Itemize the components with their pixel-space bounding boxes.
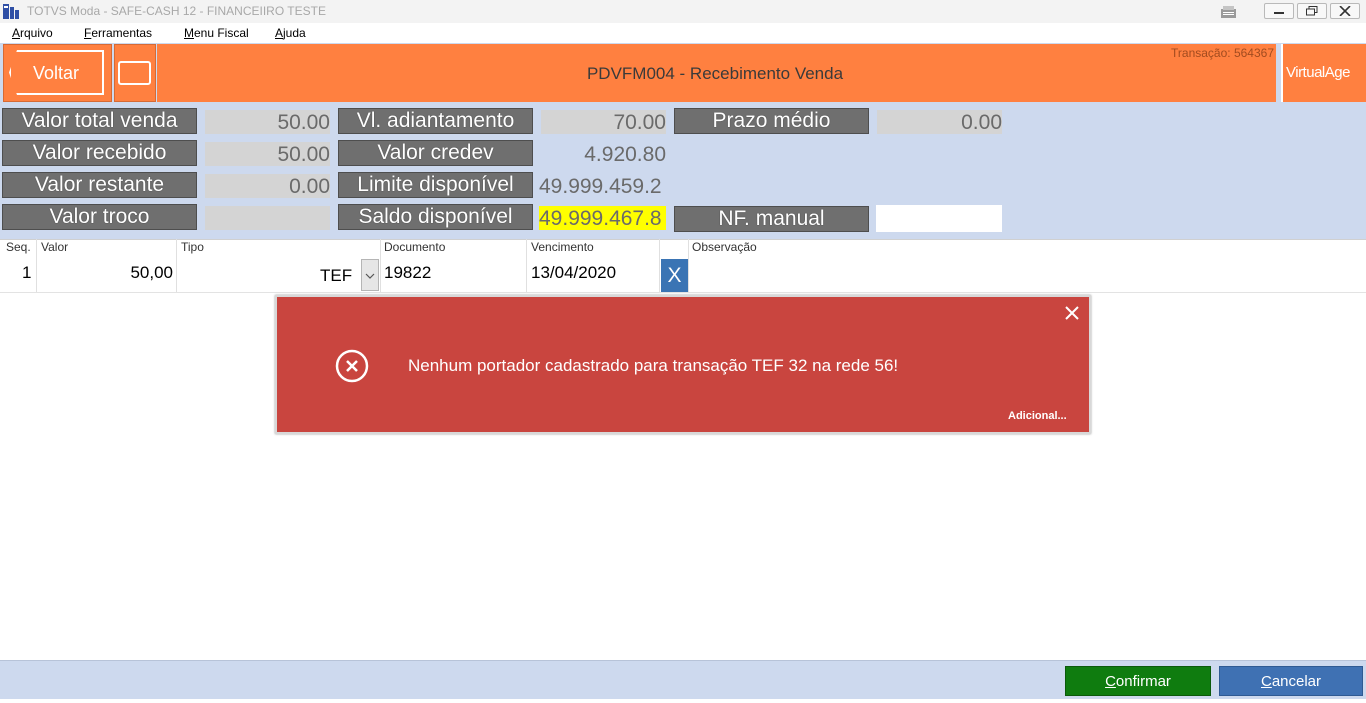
vl-adiantamento-label: Vl. adiantamento: [338, 108, 533, 134]
title-bar: TOTVS Moda - SAFE-CASH 12 - FINANCEIIRO …: [0, 0, 1366, 23]
valor-recebido-value: 50.00: [205, 142, 330, 166]
close-window-button[interactable]: [1330, 3, 1360, 19]
menu-bar: Arquivo Ferramentas Menu Fiscal Ajuda: [0, 23, 1366, 43]
valor-restante-label: Valor restante: [2, 172, 197, 198]
restore-icon: [1306, 6, 1318, 16]
error-notification: Nenhum portador cadastrado para transaçã…: [275, 295, 1091, 434]
prazo-medio-value: 0.00: [877, 110, 1002, 134]
column-divider: [36, 239, 37, 292]
close-icon: [1339, 6, 1351, 16]
confirm-button[interactable]: Confirmar: [1065, 666, 1211, 696]
row-documento[interactable]: 19822: [384, 263, 431, 283]
limite-disponivel-value: 49.999.459.2: [539, 174, 666, 198]
minimize-button[interactable]: [1264, 3, 1294, 19]
bottom-edge: [0, 699, 1366, 703]
tipo-dropdown-button[interactable]: [361, 259, 379, 291]
details-link[interactable]: Adicional...: [1008, 410, 1067, 422]
menu-arquivo-mnemonic: A: [12, 26, 21, 40]
menu-fiscal-label: enu Fiscal: [194, 26, 249, 40]
virtualage-label: VirtualAge: [1286, 64, 1350, 81]
column-header-tipo: Tipo: [181, 240, 204, 254]
window-title: TOTVS Moda - SAFE-CASH 12 - FINANCEIIRO …: [27, 4, 326, 18]
valor-total-venda-value: 50.00: [205, 110, 330, 134]
row-valor[interactable]: 50,00: [40, 263, 173, 283]
column-header-seq: Seq.: [6, 240, 31, 254]
column-divider: [176, 239, 177, 292]
restore-button[interactable]: [1297, 3, 1327, 19]
page-title: PDVFM004 - Recebimento Venda: [586, 64, 844, 83]
valor-troco-value: [205, 206, 330, 230]
menu-fiscal-mnemonic: M: [184, 26, 194, 40]
error-message: Nenhum portador cadastrado para transaçã…: [408, 356, 899, 375]
menu-ajuda-mnemonic: A: [275, 26, 284, 40]
confirm-mnemonic: C: [1105, 673, 1116, 690]
vl-adiantamento-value: 70.00: [541, 110, 666, 134]
row-tipo[interactable]: TEF: [320, 266, 352, 286]
limite-disponivel-label: Limite disponível: [338, 172, 533, 198]
close-popup-icon[interactable]: [1062, 303, 1082, 323]
app-icon: [3, 4, 19, 19]
column-header-documento: Documento: [384, 240, 446, 254]
column-divider: [659, 239, 660, 292]
back-button-label[interactable]: Voltar: [33, 63, 79, 84]
valor-credev-label: Valor credev: [338, 140, 533, 166]
menu-ajuda-label: juda: [283, 26, 306, 40]
row-vencimento[interactable]: 13/04/2020: [531, 263, 616, 283]
saldo-disponivel-value: 49.999.467.8: [539, 206, 666, 230]
column-header-vencimento: Vencimento: [531, 240, 594, 254]
row-divider: [0, 292, 1366, 293]
confirm-label: onfirmar: [1115, 673, 1171, 690]
column-divider: [380, 239, 381, 292]
menu-ferramentas-label: erramentas: [91, 26, 153, 40]
valor-restante-value: 0.00: [205, 174, 330, 198]
prazo-medio-label: Prazo médio: [674, 108, 869, 134]
row-seq: 1: [22, 263, 32, 282]
menu-arquivo[interactable]: Arquivo: [12, 26, 53, 40]
app-window: TOTVS Moda - SAFE-CASH 12 - FINANCEIIRO …: [0, 0, 1366, 703]
cancel-label: ancelar: [1271, 673, 1322, 690]
minimize-icon: [1274, 12, 1284, 14]
column-header-valor: Valor: [41, 240, 69, 254]
valor-troco-label: Valor troco: [2, 204, 197, 230]
transaction-number: Transação: 564367: [1171, 46, 1274, 60]
chevron-down-icon: [365, 273, 375, 279]
valor-recebido-label: Valor recebido: [2, 140, 197, 166]
column-divider: [526, 239, 527, 292]
menu-ajuda[interactable]: Ajuda: [275, 26, 306, 40]
nf-manual-label: NF. manual: [674, 206, 869, 232]
menu-arquivo-label: rquivo: [20, 26, 53, 40]
card-icon[interactable]: [118, 61, 151, 85]
cancel-mnemonic: C: [1260, 673, 1272, 690]
column-divider: [688, 239, 689, 292]
delete-row-button[interactable]: X: [661, 259, 688, 292]
tray-icon[interactable]: [1219, 4, 1239, 20]
column-header-observacao: Observação: [692, 240, 757, 254]
cancel-button[interactable]: Cancelar: [1219, 666, 1363, 696]
valor-credev-value: 4.920.80: [541, 142, 666, 166]
valor-total-venda-label: Valor total venda: [2, 108, 197, 134]
menu-fiscal[interactable]: Menu Fiscal: [184, 26, 249, 40]
error-icon: [335, 349, 369, 383]
nf-manual-input[interactable]: [876, 205, 1002, 232]
menu-ferramentas[interactable]: Ferramentas: [84, 26, 152, 40]
saldo-disponivel-label: Saldo disponível: [338, 204, 533, 230]
